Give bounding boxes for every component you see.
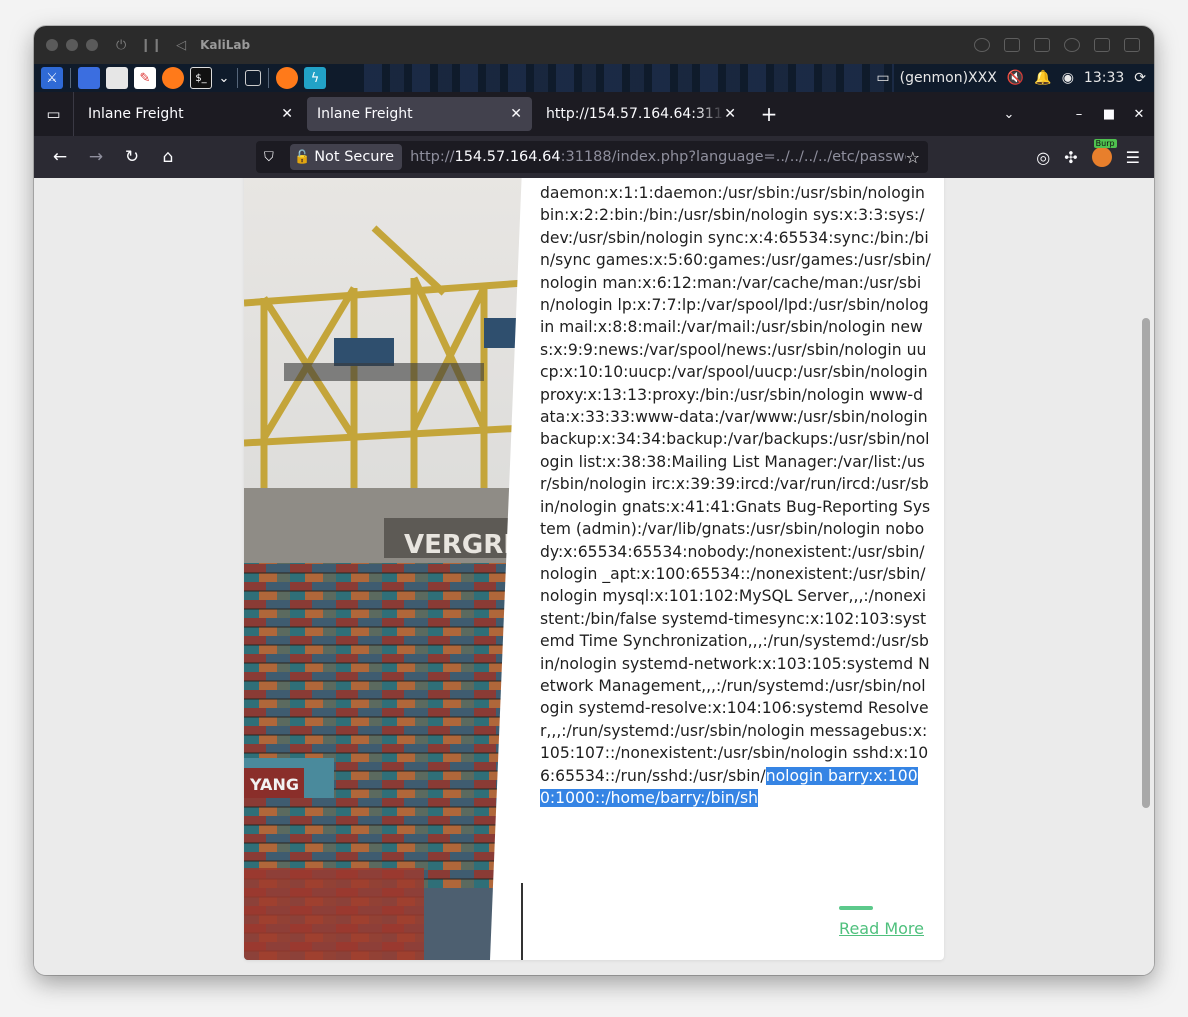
port-cranes-image: VERGRE YANG [244,178,524,960]
monitor-icon[interactable]: ▭ [876,70,889,86]
home-button[interactable]: ⌂ [150,142,186,172]
vm-window: ⏻ ❙❙ ◁ KaliLab ⚔ ✎ $_ ⌄ ϟ ▭ (genmon)XXX … [34,26,1154,975]
container-logo: YANG [249,775,299,794]
vm-folder-icon[interactable] [1094,38,1110,52]
close-tab-icon[interactable]: ✕ [724,106,736,122]
vm-usb-icon[interactable] [1034,38,1050,52]
chevron-down-icon[interactable]: ⌄ [218,67,230,89]
insecure-lock-icon: 🔓 [294,149,311,165]
list-all-tabs-icon[interactable]: ⌄ [994,107,1024,122]
tab-bar: ▭ Inlane Freight ✕ Inlane Freight ✕ http… [34,92,1154,136]
tab-inlane-freight-2[interactable]: Inlane Freight ✕ [307,97,532,131]
new-tab-button[interactable]: + [754,102,784,126]
back-icon[interactable]: ◁ [176,38,186,53]
notification-bell-icon[interactable]: 🔔 [1034,70,1051,86]
site-info-button[interactable]: 🔓 Not Secure [290,144,403,170]
navigation-bar: ← → ↻ ⌂ ⛉ 🔓 Not Secure http://154.57.164… [34,136,1154,178]
not-secure-label: Not Secure [314,149,395,165]
firefox-task-icon[interactable] [276,67,298,89]
text-editor-icon[interactable]: ✎ [134,67,156,89]
tab-list-icon[interactable]: ▭ [34,92,74,136]
account-icon[interactable]: ◎ [1036,148,1050,167]
tab-label: http://154.57.164.64:31188/in [546,106,724,122]
menu-icon[interactable]: ☰ [1126,148,1140,167]
pause-icon[interactable]: ❙❙ [140,38,162,53]
genmon-label: (genmon)XXX [899,70,997,86]
burp-task-icon[interactable]: ϟ [304,67,326,89]
clock[interactable]: 13:33 [1084,70,1124,86]
tab-label: Inlane Freight [88,106,184,122]
extensions-icon[interactable]: ✣ [1064,148,1077,167]
minimize-window-button[interactable] [66,39,78,51]
bookmark-star-icon[interactable]: ☆ [906,148,920,167]
vm-toolbar [974,38,1154,52]
page-scrollbar[interactable] [1142,318,1150,808]
maximize-browser-button[interactable]: ■ [1094,107,1124,122]
panel-background [364,64,894,92]
power-icon[interactable]: ⏻ [116,38,126,53]
minimize-browser-button[interactable]: – [1064,107,1094,122]
terminal-icon[interactable]: $_ [190,67,212,89]
reload-button[interactable]: ↻ [114,142,150,172]
content-card: VERGRE YANG daemon:x:1:1:daemon:/usr/sbi… [244,178,944,960]
kali-panel: ⚔ ✎ $_ ⌄ ϟ ▭ (genmon)XXX 🔇 🔔 ◉ 13:33 ⟳ [34,64,1154,92]
tab-label: Inlane Freight [317,106,413,122]
close-browser-button[interactable]: ✕ [1124,107,1154,122]
vm-titlebar: ⏻ ❙❙ ◁ KaliLab [34,26,1154,64]
page-viewport: VERGRE YANG daemon:x:1:1:daemon:/usr/sbi… [34,178,1154,975]
burp-extension-icon[interactable]: Burp [1091,139,1117,167]
address-bar[interactable]: ⛉ 🔓 Not Secure http://154.57.164.64:3118… [256,141,928,173]
window-controls [46,39,98,51]
firefox-launcher-icon[interactable] [162,67,184,89]
close-tab-icon[interactable]: ✕ [281,106,293,122]
vm-title: KaliLab [200,38,251,52]
forward-button[interactable]: → [78,142,114,172]
close-window-button[interactable] [46,39,58,51]
close-tab-icon[interactable]: ✕ [510,106,522,122]
read-more-link[interactable]: Read More [839,919,924,938]
file-manager-icon[interactable] [106,67,128,89]
tracking-shield-icon[interactable]: ⛉ [264,150,282,165]
passwd-text: daemon:x:1:1:daemon:/usr/sbin:/usr/sbin/… [540,184,931,785]
back-button[interactable]: ← [42,142,78,172]
vm-network-icon[interactable] [1064,38,1080,52]
ship-sign: VERGRE [404,530,521,560]
kali-menu-icon[interactable]: ⚔ [41,67,63,89]
vm-resize-icon[interactable] [1004,38,1020,52]
mute-icon[interactable]: 🔇 [1007,70,1024,86]
vm-settings-icon[interactable] [974,38,990,52]
url-text[interactable]: http://154.57.164.64:31188/index.php?lan… [410,149,906,165]
workspace-icon[interactable] [245,70,261,86]
zoom-window-button[interactable] [86,39,98,51]
power-manager-icon[interactable]: ◉ [1062,70,1074,86]
passwd-output[interactable]: daemon:x:1:1:daemon:/usr/sbin:/usr/sbin/… [540,182,932,809]
logout-icon[interactable]: ⟳ [1134,70,1146,86]
tab-url[interactable]: http://154.57.164.64:31188/in ✕ [536,97,746,131]
port-photo: VERGRE YANG [244,178,524,960]
vm-snapshot-icon[interactable] [1124,38,1140,52]
accent-divider [839,906,873,910]
desktop-icon[interactable] [78,67,100,89]
tab-inlane-freight-1[interactable]: Inlane Freight ✕ [78,97,303,131]
file-contents-column: daemon:x:1:1:daemon:/usr/sbin:/usr/sbin/… [540,182,932,809]
